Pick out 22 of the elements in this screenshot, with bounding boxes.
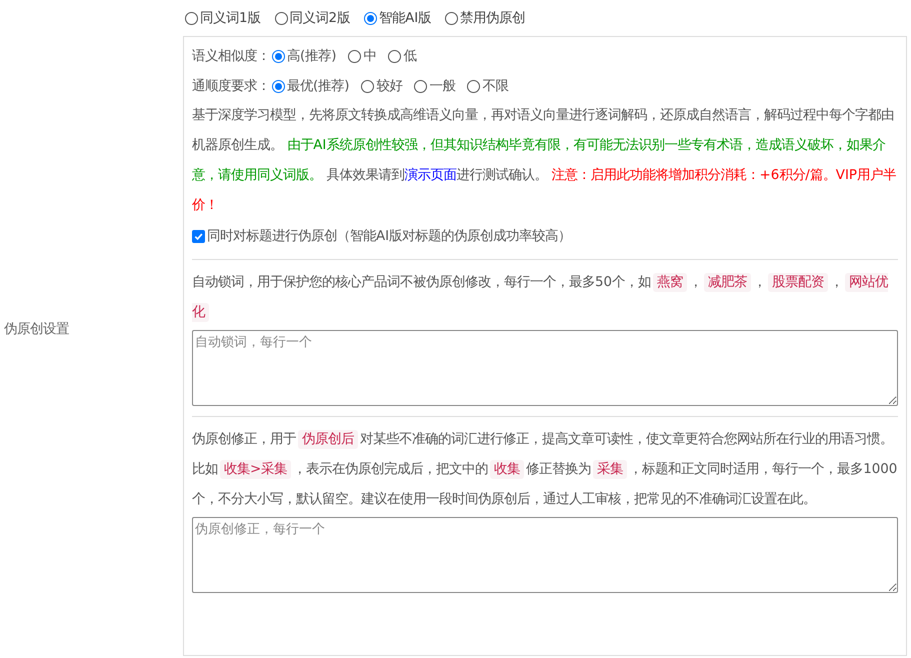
mode-radio[interactable]: 同义词2版	[274, 9, 350, 27]
option-radio[interactable]: 一般	[414, 77, 456, 95]
setting-label: 语义相似度：	[192, 48, 270, 65]
section-label: 伪原创设置	[4, 321, 69, 338]
option-radio[interactable]: 不限	[467, 77, 508, 95]
demo-link[interactable]: 演示页面	[404, 168, 456, 183]
title-checkbox[interactable]: 同时对标题进行伪原创（智能AI版对标题的伪原创成功率较高）	[192, 221, 898, 251]
corrections-field[interactable]: 伪原创修正，每行一个	[192, 517, 898, 593]
mode-radio[interactable]: 智能AI版	[364, 9, 432, 27]
mode-radio[interactable]: 禁用伪原创	[445, 9, 526, 27]
option-radio[interactable]: 低	[388, 47, 416, 65]
option-radio[interactable]: 最优(推荐)	[272, 77, 350, 95]
checkmark-icon	[193, 230, 204, 242]
lock-words-field[interactable]: 自动锁词，每行一个	[192, 330, 898, 406]
lock-words-help: 自动锁词，用于保护您的核心产品词不被伪原创修改，每行一个，最多50个，如 燕窝 ， 减肥茶 ， 股票配资 ， 网站优化	[192, 272, 890, 324]
option-radio[interactable]: 较好	[361, 77, 402, 95]
corrections-help: 伪原创修正，用于 伪原创后 对某些不准确的词汇进行修正，提高文章可读性，使文章更符合您网站所在行业的用语习惯。比如 收集>采集 ，表示在伪原创完成后，把文中的 收集 修正替换为 采集 ，标题和正文同时适用，每行一个，最多1000个，不分大小写，默认留空。建议在使用一段时间伪原创后，通过人工审核，把常见的不准确词汇设置在此。	[192, 429, 898, 509]
option-radio[interactable]: 高(推荐)	[272, 47, 336, 65]
description-text: 基于深度学习模型，先将原文转换成高维语义向量，再对语义向量进行逐词解码，还原成自然语言，解码过程中每个字都由机器原创生成。 由于AI系统原创性较强，但其知识结构毕竟有限，有可能无法识别一些专有术语，造成语义破坏，如果介意，请使用同义词版。 具体效果请到演示页面进行测试确认。 注意：启用此功能将增加积分消耗：+6积分/篇。VIP用户半价！	[192, 106, 897, 215]
mode-radio[interactable]: 同义词1版	[185, 9, 261, 27]
option-radio[interactable]: 中	[348, 47, 376, 65]
setting-label: 通顺度要求：	[192, 78, 270, 95]
